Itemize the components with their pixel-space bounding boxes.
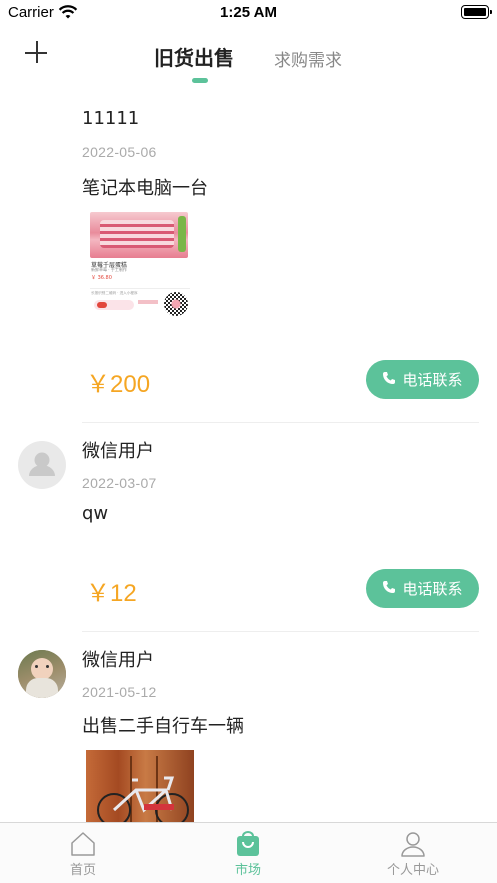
post-price: ￥12 — [86, 580, 137, 607]
post-username: 11111 — [82, 108, 140, 129]
thumb-divider — [90, 288, 190, 289]
bottom-tab-bar: 首页 市场 个人中心 — [0, 822, 497, 883]
store-logo — [94, 300, 134, 310]
user-icon — [29, 452, 55, 476]
post-date: 2022-05-06 — [82, 144, 157, 160]
shopping-bag-icon — [237, 831, 259, 856]
call-button[interactable]: 电话联系 — [366, 360, 479, 399]
cake-photo — [90, 212, 188, 258]
phone-icon — [382, 580, 396, 598]
list-item[interactable]: 微信用户 2022-03-07 qw ￥12 电话联系 — [0, 423, 497, 632]
post-description: 出售二手自行车一辆 — [82, 716, 244, 737]
tab-profile-label: 个人中心 — [386, 863, 439, 878]
home-icon — [71, 832, 95, 856]
post-date: 2022-03-07 — [82, 475, 157, 491]
avatar[interactable] — [18, 441, 66, 489]
store-caption: 长按识别二维码 · 进入小程序 — [91, 291, 138, 295]
store-banner-line — [138, 300, 158, 304]
list-item[interactable]: 11111 2022-05-06 笔记本电脑一台 草莓千层蛋糕 新鲜草莓 · 手… — [0, 96, 497, 423]
post-image[interactable]: 草莓千层蛋糕 新鲜草莓 · 手工制作 ￥ 36.80 长按识别二维码 · 进入小… — [86, 210, 194, 320]
tab-purchase-requests[interactable]: 求购需求 — [274, 46, 342, 71]
qr-code-icon — [164, 292, 188, 316]
post-image[interactable] — [86, 750, 194, 822]
call-button-label: 电话联系 — [402, 580, 463, 598]
tab-second-hand-sale[interactable]: 旧货出售 — [154, 42, 234, 71]
post-username: 微信用户 — [82, 441, 154, 462]
product-subtitle: 新鲜草莓 · 手工制作 — [91, 267, 127, 272]
clock-time: 1:25 AM — [220, 4, 277, 21]
market-feed[interactable]: 11111 2022-05-06 笔记本电脑一台 草莓千层蛋糕 新鲜草莓 · 手… — [0, 96, 497, 822]
bicycle-icon — [97, 776, 189, 822]
status-bar: Carrier 1:25 AM — [0, 0, 497, 26]
tab-home[interactable]: 首页 — [23, 823, 143, 883]
post-username: 微信用户 — [82, 650, 154, 671]
cake-layers — [100, 220, 174, 248]
tab-market-label: 市场 — [234, 863, 261, 878]
post-price: ￥200 — [86, 371, 151, 398]
call-button[interactable]: 电话联系 — [366, 569, 479, 608]
tab-profile[interactable]: 个人中心 — [353, 823, 473, 883]
add-post-button[interactable] — [24, 40, 50, 66]
call-button-label: 电话联系 — [402, 371, 463, 389]
tab-market[interactable]: 市场 — [188, 823, 308, 883]
battery-icon — [461, 5, 492, 19]
avatar[interactable] — [18, 650, 66, 698]
top-nav: 旧货出售 求购需求 — [0, 30, 497, 90]
post-date: 2021-05-12 — [82, 684, 157, 700]
product-price: ￥ 36.80 — [91, 275, 112, 281]
post-description: qw — [82, 503, 109, 524]
post-description: 笔记本电脑一台 — [82, 178, 208, 199]
tab-home-label: 首页 — [69, 863, 96, 878]
leaf-garnish — [178, 216, 186, 252]
list-item[interactable]: 微信用户 2021-05-12 出售二手自行车一辆 — [0, 632, 497, 822]
phone-icon — [382, 371, 396, 389]
person-icon — [401, 832, 425, 857]
active-tab-indicator — [192, 78, 208, 83]
